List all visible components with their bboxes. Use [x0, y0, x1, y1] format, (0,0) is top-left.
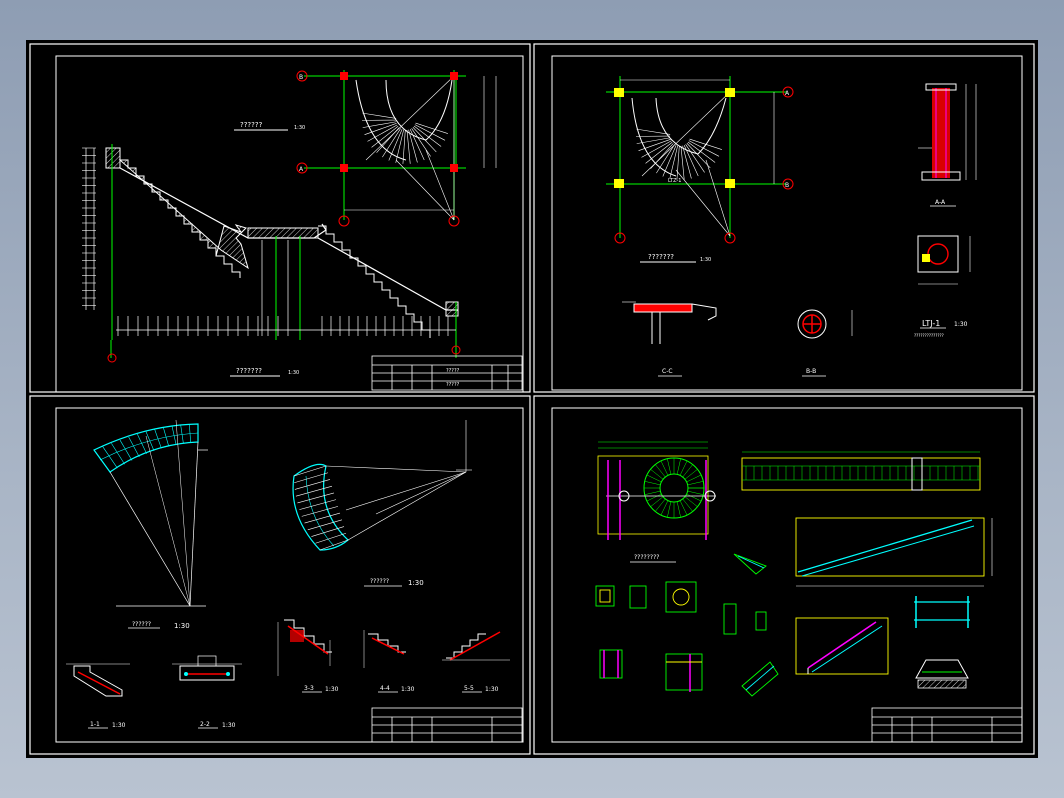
sloped-beam-elevation	[795, 517, 993, 587]
footing-detail	[915, 659, 969, 689]
drafting-line	[171, 425, 177, 445]
stair-plan-sheet1: B A	[296, 70, 497, 227]
drawing-scale: 1:30	[408, 579, 424, 587]
section-label: 4-4	[380, 685, 390, 692]
column-detail	[917, 235, 971, 285]
section-label: 2-2	[200, 721, 210, 728]
stair-plan-sheet2: A B LTZ-1	[606, 76, 794, 244]
section-label: C-C	[662, 368, 673, 375]
drafting-line	[311, 526, 345, 537]
sheet-3: ?????? 1:30 ?????? 1:30 1-1 1:30 2-2 1:3…	[29, 395, 531, 755]
beam-elevation	[741, 451, 981, 491]
sheet-4-border	[533, 395, 1035, 755]
section-scale: 1:30	[222, 722, 236, 729]
section-1-1	[66, 663, 130, 697]
drawing-scale: 1:30	[174, 622, 190, 630]
drafting-line	[364, 123, 397, 135]
section-scale: 1:30	[485, 686, 499, 693]
drafting-line	[676, 458, 681, 475]
drafting-line	[687, 481, 704, 486]
section-3-3	[277, 619, 332, 676]
section-a-a	[918, 83, 977, 181]
plan-scale: 1:30	[700, 257, 711, 263]
section-5-5	[442, 631, 510, 661]
drafting-line	[362, 112, 397, 119]
section-scale: 1:30	[325, 686, 339, 693]
title-block-text: ?????	[446, 368, 460, 374]
title-block-text: ?????	[446, 382, 460, 388]
detail-scale: 1:30	[954, 321, 968, 328]
drafting-line	[676, 145, 680, 180]
section-label: 3-3	[304, 685, 314, 692]
drafting-line	[687, 490, 704, 495]
sheet-1: B A ?????? 1:30 ??????? 1:30 ????? ?????	[29, 43, 531, 393]
drafting-line	[676, 501, 681, 518]
section-b-b	[797, 309, 853, 339]
stair-elevation	[82, 144, 461, 363]
drafting-line	[301, 506, 339, 517]
drawing-title: ??????	[370, 578, 389, 585]
drawing-title: ??????	[132, 621, 151, 628]
sheet-2: A B LTZ-1 ??????? 1:30 A-A LTJ-1 1:30 ??…	[533, 43, 1035, 393]
drafting-line	[180, 424, 184, 444]
elevation-scale: 1:30	[288, 370, 299, 376]
drafting-line	[409, 128, 425, 161]
drafting-line	[319, 539, 349, 551]
drafting-line	[189, 424, 191, 443]
axis-label: B	[785, 182, 789, 189]
landing-slab	[247, 227, 319, 239]
elevation-title: ???????	[236, 367, 262, 375]
sheet-2-border	[533, 43, 1035, 393]
drafting-line	[686, 143, 711, 169]
section-scale: 1:30	[401, 686, 415, 693]
section-label: B-B	[806, 368, 816, 375]
axis-label: A	[299, 166, 304, 173]
section-4-4	[363, 630, 406, 668]
stair-section	[795, 617, 889, 675]
stair-flight-2-outline	[317, 237, 458, 311]
cad-canvas: B A ?????? 1:30 ??????? 1:30 ????? ?????	[29, 43, 1035, 755]
section-label: 5-5	[464, 685, 474, 692]
curved-flight-2	[292, 420, 472, 551]
drafting-line	[667, 458, 672, 475]
sheet-1-inner-border	[55, 55, 524, 393]
handrail-detail	[914, 596, 970, 628]
section-2-2	[172, 655, 242, 681]
axis-label: A	[785, 90, 790, 97]
sheet-4: ????????	[533, 395, 1035, 755]
drafting-line	[644, 490, 661, 495]
sheet-3-inner-border	[55, 407, 524, 743]
drafting-line	[304, 512, 341, 524]
drafting-line	[315, 532, 347, 544]
plan-scale: 1:30	[294, 125, 305, 131]
plan-title: ??????	[240, 121, 263, 129]
drafting-line	[154, 429, 162, 449]
axis-label: B	[299, 74, 303, 81]
sheet-1-border	[29, 43, 531, 393]
plan-title: ????????	[634, 554, 659, 561]
section-c-c	[622, 301, 717, 344]
detail-cluster	[595, 553, 779, 697]
title-block-4	[871, 707, 1023, 743]
sheet-2-inner-border	[551, 55, 1023, 391]
section-label: A-A	[935, 199, 946, 206]
dimension-chain-bottom	[116, 316, 456, 336]
title-block-3	[371, 707, 523, 743]
column-tag: LTZ-1	[668, 178, 681, 184]
section-scale: 1:30	[112, 722, 126, 729]
drafting-line	[644, 481, 661, 486]
plan-title: ???????	[648, 253, 674, 261]
curved-flight-1	[93, 419, 208, 607]
detail-label: LTJ-1	[922, 319, 940, 328]
circular-plan	[597, 441, 716, 540]
drafting-line	[415, 122, 448, 134]
drafting-line	[667, 501, 672, 518]
detail-note: ??????????????	[914, 333, 944, 338]
stair-steps-2	[318, 225, 431, 338]
spiral-treads-plan-1	[361, 112, 448, 164]
cad-drawing-frame: B A ?????? 1:30 ??????? 1:30 ????? ?????	[26, 40, 1038, 758]
section-label: 1-1	[90, 721, 100, 728]
